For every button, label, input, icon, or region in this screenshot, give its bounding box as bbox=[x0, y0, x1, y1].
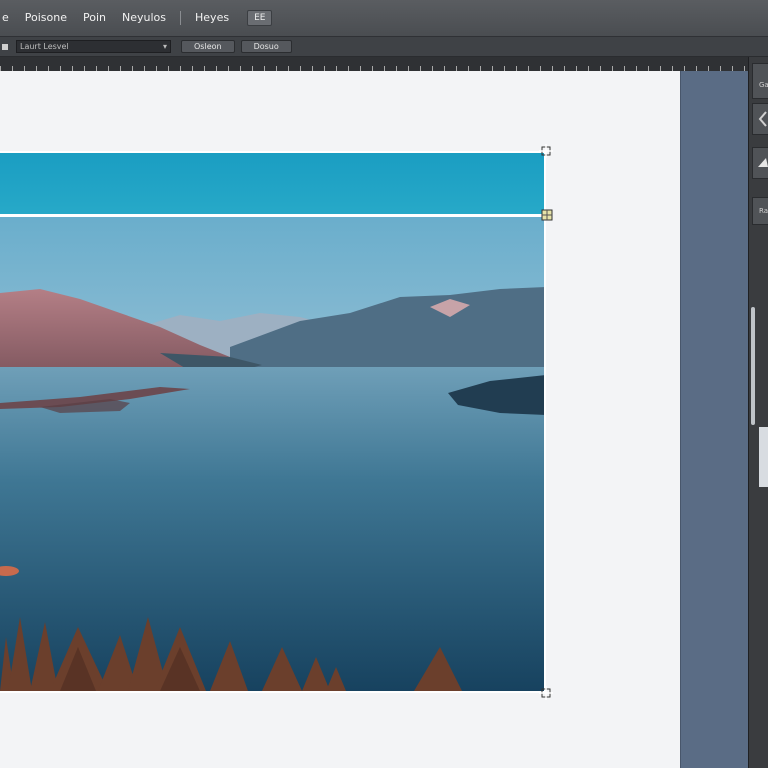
transform-handle-top-right[interactable] bbox=[539, 144, 553, 158]
transform-handle-bottom-right[interactable] bbox=[539, 686, 553, 700]
chevron-left-icon bbox=[758, 111, 767, 127]
menu-item-neyulos[interactable]: Neyulos bbox=[114, 0, 174, 36]
menu-item-edit[interactable]: e bbox=[0, 0, 17, 36]
tool-preset-icon[interactable] bbox=[2, 43, 8, 50]
option-button-osleon[interactable]: Osleon bbox=[181, 40, 235, 53]
panel-tool-button[interactable] bbox=[752, 103, 768, 135]
preset-dropdown-value: Laurt Lesvel bbox=[20, 42, 69, 51]
panel-scrollbar[interactable] bbox=[751, 307, 755, 425]
menu-item-heyes[interactable]: Heyes bbox=[187, 0, 237, 36]
sky-band bbox=[0, 151, 546, 215]
panel-tab-ga[interactable]: Ga bbox=[752, 63, 768, 99]
panel-shape-button[interactable] bbox=[752, 147, 768, 179]
document-canvas[interactable] bbox=[0, 71, 680, 768]
panel-tab-ra[interactable]: Ra bbox=[752, 197, 768, 225]
horizontal-ruler[interactable] bbox=[0, 57, 768, 71]
right-panel: Ga Ra bbox=[748, 57, 768, 768]
panel-swatch[interactable] bbox=[759, 427, 768, 487]
transform-handle-middle-right[interactable] bbox=[540, 208, 554, 222]
menu-separator bbox=[180, 11, 182, 25]
shape-icon bbox=[758, 158, 768, 167]
menu-item-poisone[interactable]: Poisone bbox=[17, 0, 75, 36]
preset-dropdown[interactable]: Laurt Lesvel ▾ bbox=[16, 40, 171, 53]
guide-line[interactable] bbox=[0, 214, 548, 217]
panel-gutter bbox=[680, 71, 749, 768]
landscape-image[interactable] bbox=[0, 151, 546, 691]
menu-bar: e Poisone Poin Neyulos Heyes EE bbox=[0, 0, 768, 37]
lake-scene bbox=[0, 217, 546, 691]
chevron-down-icon: ▾ bbox=[162, 42, 167, 51]
workspace-chip[interactable]: EE bbox=[247, 10, 273, 26]
menu-item-poin[interactable]: Poin bbox=[75, 0, 114, 36]
panel-tab-label: Ga bbox=[759, 81, 768, 89]
options-bar: Laurt Lesvel ▾ Osleon Dosuo bbox=[0, 37, 768, 57]
panel-tab-label: Ra bbox=[759, 207, 768, 215]
option-button-dosuo[interactable]: Dosuo bbox=[240, 40, 292, 53]
